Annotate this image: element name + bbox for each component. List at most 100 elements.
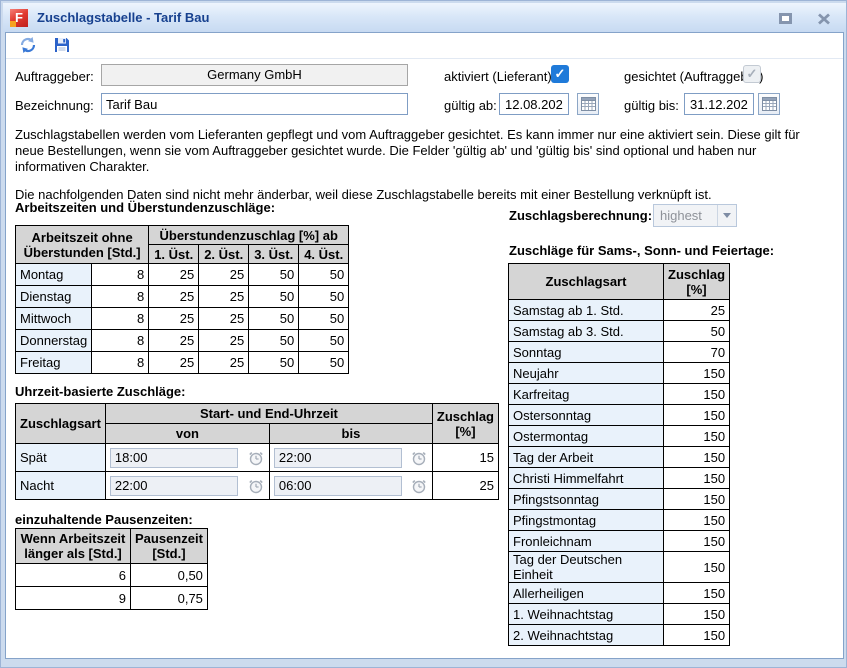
maximize-icon: [779, 13, 792, 24]
zuschlagsart-cell: Pfingstmontag: [509, 510, 664, 531]
pct-cell: 25: [664, 300, 730, 321]
gesichtet-checkbox: ✓: [743, 65, 761, 83]
col-header-3ust: 3. Üst.: [249, 245, 299, 264]
refresh-button[interactable]: [17, 36, 39, 57]
value-cell: 25: [149, 286, 199, 308]
value-cell: 25: [199, 264, 249, 286]
pct-cell: 70: [664, 342, 730, 363]
table-row: Pfingstmontag150: [509, 510, 730, 531]
col-header-1ust: 1. Üst.: [149, 245, 199, 264]
feiertage-table: Zuschlagsart Zuschlag [%] Samstag ab 1. …: [508, 263, 730, 646]
clock-icon: [410, 477, 428, 495]
table-row: Montag 8 25 25 50 50: [16, 264, 349, 286]
save-button[interactable]: [51, 36, 73, 57]
gueltig-ab-calendar-button[interactable]: [577, 93, 599, 115]
pct-cell: 150: [664, 426, 730, 447]
day-cell: Montag: [16, 264, 92, 286]
gueltig-ab-label: gültig ab:: [444, 98, 497, 113]
table-row: 2. Weihnachtstag150: [509, 625, 730, 646]
close-icon: [817, 13, 831, 25]
col-header-arbeitszeit: Arbeitszeit ohne Überstunden [Std.]: [16, 226, 149, 264]
zuschlagsart-cell: 2. Weihnachtstag: [509, 625, 664, 646]
table-row: Karfreitag150: [509, 384, 730, 405]
pct-cell: 50: [664, 321, 730, 342]
col-header-bis: bis: [269, 424, 432, 444]
table-row: Spät: [16, 444, 499, 472]
close-button[interactable]: [813, 10, 835, 27]
hours-cell: 8: [92, 264, 149, 286]
hours-cell: 8: [92, 308, 149, 330]
col-header-zuschlagsart: Zuschlagsart: [509, 264, 664, 300]
pct-cell: 150: [664, 489, 730, 510]
table-row: Mittwoch 8 25 25 50 50: [16, 308, 349, 330]
zuschlagsart-cell: Sonntag: [509, 342, 664, 363]
col-header-zuschlagsart: Zuschlagsart: [16, 404, 106, 444]
arbeitszeiten-heading: Arbeitszeiten und Überstundenzuschläge:: [15, 200, 275, 215]
pct-cell: 150: [664, 604, 730, 625]
bis-time-input: [274, 476, 402, 496]
check-icon: ✓: [555, 66, 566, 82]
table-row: Christi Himmelfahrt150: [509, 468, 730, 489]
zuschlagsart-cell: Nacht: [16, 472, 106, 500]
dialog-window: F Zuschlagstabelle - Tarif Bau: [0, 0, 847, 668]
value-cell: 25: [149, 264, 199, 286]
pct-cell: 150: [664, 531, 730, 552]
pausen-heading: einzuhaltende Pausenzeiten:: [15, 512, 193, 527]
value-cell: 50: [249, 330, 299, 352]
gueltig-bis-input[interactable]: [684, 93, 754, 115]
hours-cell: 8: [92, 330, 149, 352]
table-row: Allerheiligen150: [509, 583, 730, 604]
table-row: Dienstag 8 25 25 50 50: [16, 286, 349, 308]
table-row: Samstag ab 1. Std.25: [509, 300, 730, 321]
table-row: Tag der Deutschen Einheit150: [509, 552, 730, 583]
bezeichnung-input[interactable]: [101, 93, 408, 115]
zuschlagsart-cell: Samstag ab 1. Std.: [509, 300, 664, 321]
save-icon: [53, 36, 71, 54]
col-header-von: von: [105, 424, 269, 444]
clock-icon: [247, 477, 265, 495]
table-row: Ostersonntag150: [509, 405, 730, 426]
von-time-input: [110, 476, 238, 496]
table-row: 1. Weihnachtstag150: [509, 604, 730, 625]
gueltig-bis-label: gültig bis:: [624, 98, 679, 113]
bis-cell: [269, 472, 432, 500]
von-time-input: [110, 448, 238, 468]
app-logo-letter: F: [15, 10, 23, 25]
table-row: 6 0,50: [16, 564, 208, 587]
uhrzeit-heading: Uhrzeit-basierte Zuschläge:: [15, 384, 186, 399]
zuschlag-cell: 25: [432, 472, 498, 500]
pct-cell: 150: [664, 583, 730, 604]
value-cell: 25: [199, 308, 249, 330]
table-row: Ostermontag150: [509, 426, 730, 447]
aktiviert-label: aktiviert (Lieferant): [444, 69, 552, 84]
aktiviert-checkbox[interactable]: ✓: [551, 65, 569, 83]
hours-threshold-cell: 9: [16, 587, 131, 610]
zuschlagsart-cell: 1. Weihnachtstag: [509, 604, 664, 625]
value-cell: 50: [249, 352, 299, 374]
zuschlagsart-cell: Samstag ab 3. Std.: [509, 321, 664, 342]
value-cell: 25: [149, 352, 199, 374]
info-paragraph-1: Zuschlagstabellen werden vom Lieferanten…: [15, 127, 830, 175]
gueltig-bis-calendar-button[interactable]: [758, 93, 780, 115]
auftraggeber-label: Auftraggeber:: [15, 69, 94, 84]
table-row: Pfingstsonntag150: [509, 489, 730, 510]
toolbar: [6, 33, 843, 59]
value-cell: 25: [199, 330, 249, 352]
col-header-arbeitszeit-laenger: Wenn Arbeitszeit länger als [Std.]: [16, 529, 131, 564]
von-cell: [105, 444, 269, 472]
zuschlagsart-cell: Fronleichnam: [509, 531, 664, 552]
pausen-table: Wenn Arbeitszeit länger als [Std.] Pause…: [15, 528, 208, 610]
zuschlagsart-cell: Karfreitag: [509, 384, 664, 405]
pct-cell: 150: [664, 405, 730, 426]
check-icon: ✓: [747, 66, 758, 82]
table-row: Freitag 8 25 25 50 50: [16, 352, 349, 374]
value-cell: 25: [149, 330, 199, 352]
gueltig-ab-input[interactable]: [499, 93, 569, 115]
pct-cell: 150: [664, 552, 730, 583]
value-cell: 25: [199, 286, 249, 308]
bis-cell: [269, 444, 432, 472]
day-cell: Mittwoch: [16, 308, 92, 330]
maximize-button[interactable]: [774, 10, 796, 27]
uhrzeit-table: Zuschlagsart Start- und End-Uhrzeit Zusc…: [15, 403, 499, 500]
pct-cell: 150: [664, 363, 730, 384]
